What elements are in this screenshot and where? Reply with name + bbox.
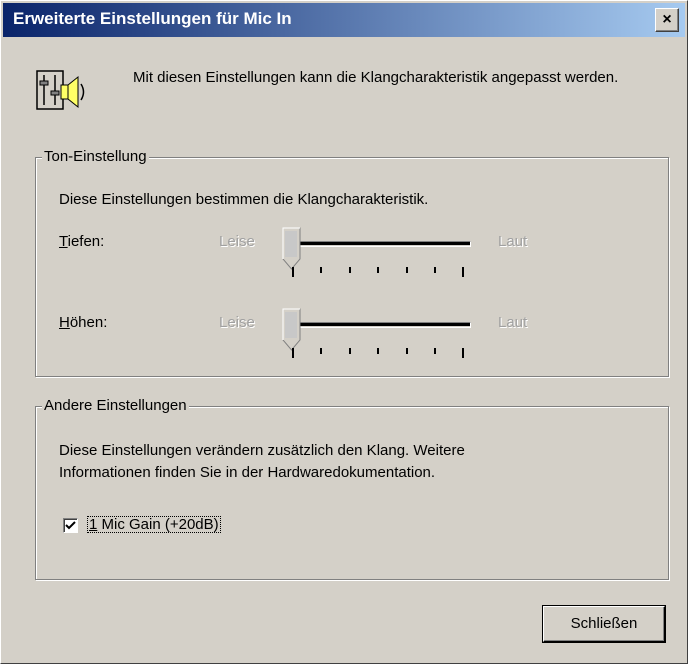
- treble-slider-thumb[interactable]: [282, 308, 302, 352]
- treble-min-label: Leise: [219, 314, 255, 331]
- treble-label: Höhen:: [59, 313, 107, 333]
- tone-description: Diese Einstellungen bestimmen die Klangc…: [59, 191, 429, 208]
- treble-label-rest: öhen:: [69, 314, 108, 331]
- treble-max-label: Laut: [498, 314, 528, 331]
- tone-settings-legend: Ton-Einstellung: [42, 147, 149, 167]
- bass-slider-track[interactable]: [289, 241, 471, 247]
- dialog-window: Erweiterte Einstellungen für Mic In × Mi…: [0, 0, 688, 664]
- mic-gain-checkbox[interactable]: [63, 518, 78, 533]
- treble-label-accesskey: H: [59, 314, 70, 331]
- mic-gain-label-rest: Mic Gain (+20dB): [97, 516, 219, 533]
- bass-slider-thumb[interactable]: [282, 227, 302, 271]
- other-settings-legend: Andere Einstellungen: [42, 396, 189, 416]
- window-title: Erweiterte Einstellungen für Mic In: [13, 9, 292, 28]
- bass-min-label: Leise: [219, 233, 255, 250]
- other-description-line2: Informationen finden Sie in der Hardware…: [59, 464, 436, 481]
- bass-max-label: Laut: [498, 233, 528, 250]
- treble-slider-track[interactable]: [289, 322, 471, 328]
- intro-text: Mit diesen Einstellungen kann die Klangc…: [133, 69, 619, 86]
- mic-gain-label[interactable]: 1 Mic Gain (+20dB): [87, 515, 221, 535]
- close-button[interactable]: Schließen: [543, 606, 665, 642]
- checkmark-icon: [65, 521, 76, 530]
- bass-label: Tiefen:: [59, 232, 104, 252]
- speaker-settings-icon: [36, 70, 85, 110]
- other-settings-group: Andere Einstellungen: [35, 396, 669, 580]
- bass-label-accesskey: T: [59, 233, 68, 250]
- title-bar[interactable]: Erweiterte Einstellungen für Mic In ×: [3, 3, 685, 37]
- other-description-line1: Diese Einstellungen verändern zusätzlich…: [59, 442, 465, 459]
- close-icon[interactable]: ×: [655, 8, 679, 32]
- bass-label-rest: iefen:: [67, 233, 105, 250]
